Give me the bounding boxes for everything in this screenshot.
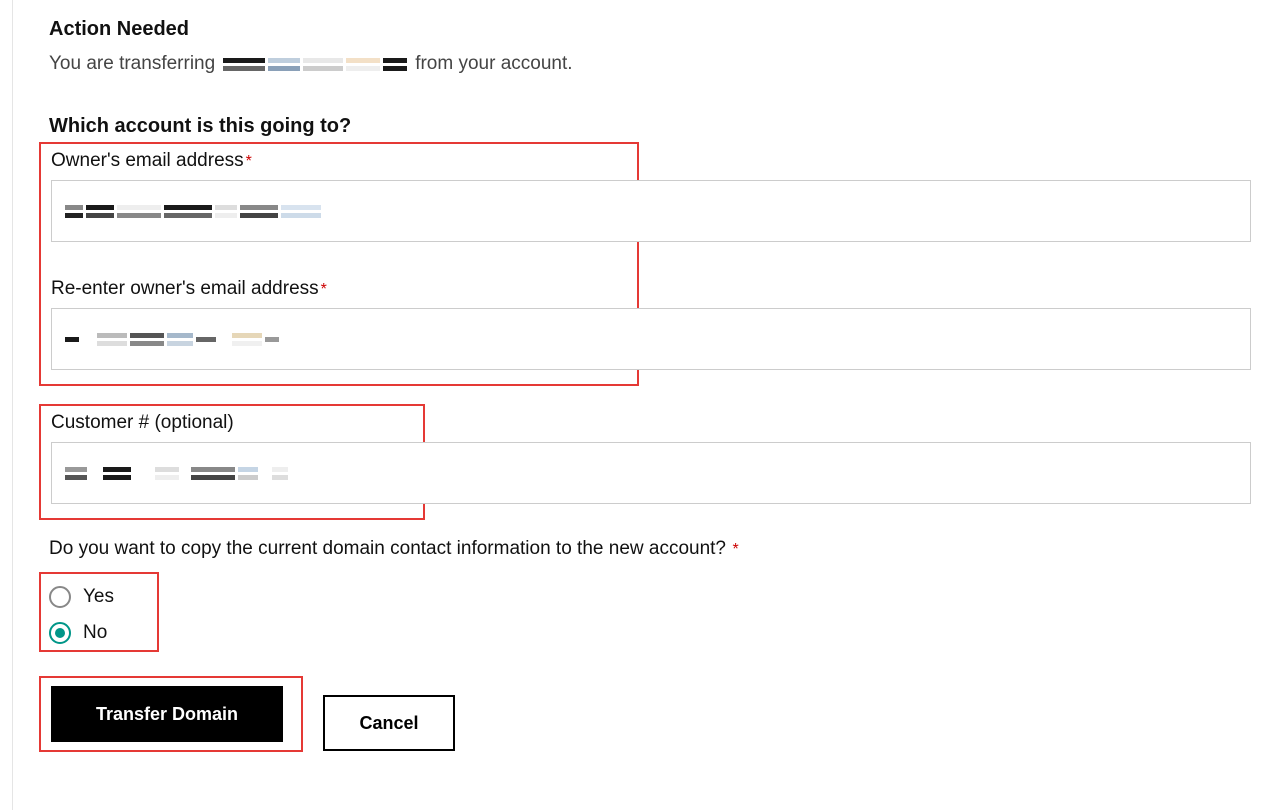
radio-circle-selected-icon: [49, 622, 71, 644]
transfer-suffix-text: from your account.: [415, 53, 572, 75]
page-title: Action Needed: [49, 18, 1272, 41]
radio-yes-label: Yes: [83, 586, 114, 608]
reenter-email-input[interactable]: [51, 308, 1251, 370]
reenter-email-label: Re-enter owner's email address*: [51, 278, 327, 300]
transfer-prefix-text: You are transferring: [49, 53, 215, 75]
highlight-email-group: Owner's email address* Re-enter owner's …: [39, 142, 639, 386]
copy-contact-question: Do you want to copy the current domain c…: [49, 538, 1272, 560]
required-indicator: *: [321, 281, 327, 298]
required-indicator: *: [728, 541, 739, 558]
required-indicator: *: [246, 153, 252, 170]
radio-dot-icon: [55, 628, 65, 638]
transfer-domain-button[interactable]: Transfer Domain: [51, 686, 283, 742]
highlight-customer-group: Customer # (optional): [39, 404, 425, 520]
account-question: Which account is this going to?: [49, 115, 1272, 138]
radio-circle-icon: [49, 586, 71, 608]
button-row: Transfer Domain Cancel: [49, 676, 1272, 770]
cancel-button[interactable]: Cancel: [323, 695, 455, 751]
owner-email-label: Owner's email address*: [51, 150, 252, 172]
customer-number-label: Customer # (optional): [51, 412, 234, 434]
redacted-domain: [223, 57, 407, 71]
radio-yes[interactable]: Yes: [49, 586, 149, 608]
highlight-radio-group: Yes No: [39, 572, 159, 652]
radio-no-label: No: [83, 622, 107, 644]
owner-email-input[interactable]: [51, 180, 1251, 242]
customer-number-input[interactable]: [51, 442, 1251, 504]
transfer-description: You are transferring from your account.: [49, 53, 1272, 75]
radio-no[interactable]: No: [49, 622, 149, 644]
highlight-transfer-button: Transfer Domain: [39, 676, 303, 752]
